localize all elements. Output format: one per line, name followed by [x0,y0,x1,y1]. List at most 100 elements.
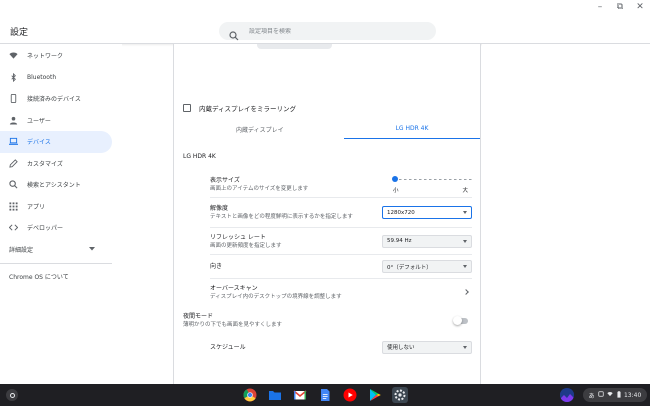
refresh-rate-row: リフレッシュ レート 画面の更新頻度を指定します 59.94 Hz [210,227,472,254]
code-icon [9,223,18,232]
sidebar-item-label: デバイス [27,139,51,147]
status-tray[interactable]: あ 13:40 [583,388,647,402]
night-light-text: 夜間モード 薄明かりの下でも画面を見やすくします [183,312,282,329]
mirror-display-checkbox[interactable] [183,104,191,112]
minimize-icon[interactable]: – [594,2,606,12]
settings-icon[interactable] [392,387,408,403]
maximize-icon[interactable]: ⧉ [614,2,626,12]
settings-header: 設定 [0,0,650,44]
youtube-icon[interactable] [342,387,358,403]
right-margin [482,44,650,384]
files-icon[interactable] [267,387,283,403]
orientation-row: 向き 0°（デフォルト） [210,254,472,278]
slider-thumb[interactable] [392,176,398,182]
pencil-icon [9,159,18,168]
display-size-slider[interactable]: 小 大 [390,174,472,194]
sidebar-item-label: 検索とアシスタント [27,182,81,190]
caret-down-icon [463,239,467,243]
sidebar-item-label: カスタマイズ [27,160,63,168]
overscan-label: オーバースキャン [210,284,258,292]
sidebar-item-personalization[interactable]: カスタマイズ [0,153,112,175]
clock: 13:40 [623,391,642,399]
overscan-description: ディスプレイ内のデスクトップの境界線を調整します [210,293,342,300]
caret-down-icon [463,265,467,268]
slider-min-label: 小 [393,188,399,194]
device-display-panel: 内蔵ディスプレイをミラーリング 内蔵ディスプレイ LG HDR 4K LG HD… [173,44,481,384]
tab-lg-hdr-4k[interactable]: LG HDR 4K [344,119,480,139]
launcher-button[interactable] [6,389,18,401]
refresh-rate-select[interactable]: 59.94 Hz [382,234,472,248]
sidebar-item-device[interactable]: デバイス [0,131,112,153]
sidebar-item-users[interactable]: ユーザー [0,110,112,132]
avatar[interactable] [560,388,574,402]
resolution-select[interactable]: 1280x720 [382,206,472,219]
night-light-row: 夜間モード 薄明かりの下でも画面を見やすくします [183,312,472,329]
laptop-icon [9,137,18,146]
schedule-label: スケジュール [210,343,246,351]
sidebar-item-label: デベロッパー [27,225,64,233]
wifi-icon [607,391,614,399]
refresh-rate-text: リフレッシュ レート 画面の更新頻度を指定します [210,233,282,250]
apps-grid-icon [9,202,18,211]
battery-icon [617,390,621,400]
resolution-text: 解像度 テキストと画像をどの程度鮮明に表示するかを指定します [210,204,353,221]
night-light-description: 薄明かりの下でも画面を見やすくします [183,322,283,328]
ime-indicator: あ [588,392,595,400]
sidebar-item-developers[interactable]: デベロッパー [0,217,112,239]
toggle-knob [453,315,462,325]
shelf: あ 13:40 [0,384,650,406]
close-icon[interactable]: ✕ [634,2,646,12]
wifi-icon [9,51,18,60]
schedule-value: 使用しない [387,345,415,351]
display-size-row: 表示サイズ 画面上のアイテムのサイズを変更します 小 大 [210,171,472,197]
search-icon [9,180,18,189]
refresh-rate-description: 画面の更新頻度を指定します [210,242,282,249]
sidebar-item-about[interactable]: Chrome OS について [0,266,122,288]
display-section-title: LG HDR 4K [183,153,216,160]
refresh-rate-value: 59.94 Hz [387,238,412,244]
resolution-value: 1280x720 [387,209,415,216]
search-icon [229,26,239,41]
night-light-label: 夜間モード [183,313,214,320]
phone-icon [9,94,18,104]
orientation-value: 0°（デフォルト） [387,264,432,271]
schedule-text: スケジュール [210,343,246,352]
caret-down-icon [463,211,467,214]
overscan-text: オーバースキャン ディスプレイ内のデスクトップの境界線を調整します [210,284,342,301]
mirror-display-row: 内蔵ディスプレイをミラーリング [183,103,296,113]
resolution-description: テキストと画像をどの程度鮮明に表示するかを指定します [210,214,353,220]
sidebar-item-apps[interactable]: アプリ [0,196,112,218]
sidebar-item-bluetooth[interactable]: Bluetooth [0,67,112,89]
sidebar-advanced-label: 詳細設定 [9,247,34,254]
sidebar-item-search-assistant[interactable]: 検索とアシスタント [0,174,112,196]
docs-icon[interactable] [317,387,333,403]
sidebar-advanced-toggle[interactable]: 詳細設定 [0,239,112,261]
orientation-label: 向き [210,263,223,270]
display-arrangement-edge [257,44,332,49]
sidebar-item-network[interactable]: ネットワーク [0,45,112,67]
display-size-description: 画面上のアイテムのサイズを変更します [210,185,309,192]
schedule-row: スケジュール 使用しない [210,337,472,357]
search-bar[interactable] [219,22,436,41]
tab-internal-display[interactable]: 内蔵ディスプレイ [174,119,344,139]
sidebar-divider [0,262,112,264]
sidebar-item-connected-devices[interactable]: 接続済みのデバイス [0,88,112,110]
sidebar-item-label: 接続済みのデバイス [27,96,81,104]
resolution-label: 解像度 [210,205,229,212]
chrome-icon[interactable] [242,387,258,403]
bluetooth-icon [9,72,18,82]
search-input[interactable] [249,27,409,35]
display-tabs: 内蔵ディスプレイ LG HDR 4K [174,119,480,139]
orientation-text: 向き [210,262,222,271]
orientation-select[interactable]: 0°（デフォルト） [382,260,472,273]
slider-max-label: 大 [462,188,468,194]
schedule-select[interactable]: 使用しない [382,340,472,354]
resolution-row: 解像度 テキストと画像をどの程度鮮明に表示するかを指定します 1280x720 [210,197,472,227]
chevron-right-icon [463,289,469,295]
play-store-icon[interactable] [367,387,383,403]
gmail-icon[interactable] [292,387,308,403]
sidebar: ネットワーク Bluetooth 接続済みのデバイス ユーザー デバイス カスタ… [0,44,122,384]
night-light-toggle[interactable] [453,315,468,325]
caret-down-icon [463,345,467,349]
overscan-row[interactable]: オーバースキャン ディスプレイ内のデスクトップの境界線を調整します [210,278,472,305]
